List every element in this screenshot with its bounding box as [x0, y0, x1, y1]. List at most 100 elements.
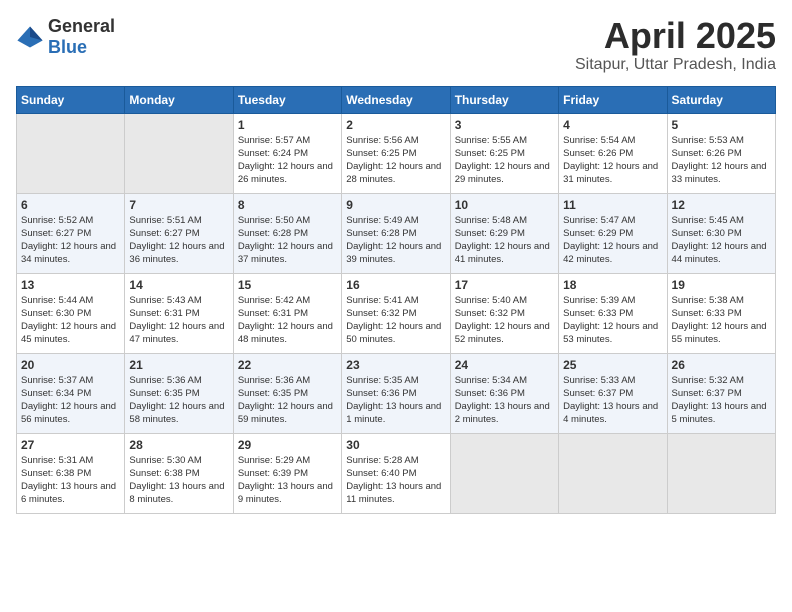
day-number: 10 — [455, 198, 554, 212]
day-number: 23 — [346, 358, 445, 372]
header-saturday: Saturday — [667, 86, 775, 113]
calendar-cell: 10 Sunrise: 5:48 AMSunset: 6:29 PMDayligh… — [450, 193, 558, 273]
day-number: 26 — [672, 358, 771, 372]
week-row-2: 6 Sunrise: 5:52 AMSunset: 6:27 PMDaylight… — [17, 193, 776, 273]
day-number: 12 — [672, 198, 771, 212]
cell-content: Sunrise: 5:39 AMSunset: 6:33 PMDaylight:… — [563, 294, 662, 347]
calendar-cell — [559, 433, 667, 513]
calendar-cell: 24 Sunrise: 5:34 AMSunset: 6:36 PMDayligh… — [450, 353, 558, 433]
day-number: 7 — [129, 198, 228, 212]
calendar-cell — [667, 433, 775, 513]
calendar-cell: 29 Sunrise: 5:29 AMSunset: 6:39 PMDayligh… — [233, 433, 341, 513]
week-row-5: 27Sunrise: 5:31 AMSunset: 6:38 PMDayligh… — [17, 433, 776, 513]
cell-content: Sunrise: 5:56 AMSunset: 6:25 PMDaylight:… — [346, 134, 445, 187]
day-number: 16 — [346, 278, 445, 292]
cell-content: Sunrise: 5:37 AMSunset: 6:34 PMDaylight:… — [21, 374, 120, 427]
calendar-cell: 21 Sunrise: 5:36 AMSunset: 6:35 PMDayligh… — [125, 353, 233, 433]
calendar-cell: 11 Sunrise: 5:47 AMSunset: 6:29 PMDayligh… — [559, 193, 667, 273]
calendar-cell: 13 Sunrise: 5:44 AMSunset: 6:30 PMDayligh… — [17, 273, 125, 353]
calendar-cell: 22Sunrise: 5:36 AMSunset: 6:35 PMDayligh… — [233, 353, 341, 433]
cell-content: Sunrise: 5:49 AMSunset: 6:28 PMDaylight:… — [346, 214, 445, 267]
calendar-cell: 28 Sunrise: 5:30 AMSunset: 6:38 PMDayligh… — [125, 433, 233, 513]
day-number: 4 — [563, 118, 662, 132]
day-number: 11 — [563, 198, 662, 212]
day-number: 17 — [455, 278, 554, 292]
day-number: 6 — [21, 198, 120, 212]
cell-content: Sunrise: 5:33 AMSunset: 6:37 PMDaylight:… — [563, 374, 662, 427]
cell-content: Sunrise: 5:29 AMSunset: 6:39 PMDaylight:… — [238, 454, 337, 507]
day-number: 8 — [238, 198, 337, 212]
header-friday: Friday — [559, 86, 667, 113]
header-sunday: Sunday — [17, 86, 125, 113]
cell-content: Sunrise: 5:48 AMSunset: 6:29 PMDaylight:… — [455, 214, 554, 267]
cell-content: Sunrise: 5:55 AMSunset: 6:25 PMDaylight:… — [455, 134, 554, 187]
cell-content: Sunrise: 5:45 AMSunset: 6:30 PMDaylight:… — [672, 214, 771, 267]
day-number: 30 — [346, 438, 445, 452]
cell-content: Sunrise: 5:53 AMSunset: 6:26 PMDaylight:… — [672, 134, 771, 187]
calendar-cell: 23 Sunrise: 5:35 AMSunset: 6:36 PMDayligh… — [342, 353, 450, 433]
cell-content: Sunrise: 5:35 AMSunset: 6:36 PMDaylight:… — [346, 374, 445, 427]
calendar-cell: 2 Sunrise: 5:56 AMSunset: 6:25 PMDaylight… — [342, 113, 450, 193]
day-number: 25 — [563, 358, 662, 372]
day-number: 20 — [21, 358, 120, 372]
calendar-cell: 26 Sunrise: 5:32 AMSunset: 6:37 PMDayligh… — [667, 353, 775, 433]
cell-content: Sunrise: 5:34 AMSunset: 6:36 PMDaylight:… — [455, 374, 554, 427]
day-number: 9 — [346, 198, 445, 212]
calendar-cell: 5 Sunrise: 5:53 AMSunset: 6:26 PMDaylight… — [667, 113, 775, 193]
cell-content: Sunrise: 5:31 AMSunset: 6:38 PMDaylight:… — [21, 454, 120, 507]
day-number: 15 — [238, 278, 337, 292]
main-title: April 2025 — [575, 16, 776, 56]
calendar-cell — [17, 113, 125, 193]
header-monday: Monday — [125, 86, 233, 113]
subtitle: Sitapur, Uttar Pradesh, India — [575, 56, 776, 74]
calendar-cell: 4 Sunrise: 5:54 AMSunset: 6:26 PMDaylight… — [559, 113, 667, 193]
header-tuesday: Tuesday — [233, 86, 341, 113]
calendar-cell: 18 Sunrise: 5:39 AMSunset: 6:33 PMDayligh… — [559, 273, 667, 353]
day-number: 18 — [563, 278, 662, 292]
cell-content: Sunrise: 5:41 AMSunset: 6:32 PMDaylight:… — [346, 294, 445, 347]
day-number: 5 — [672, 118, 771, 132]
logo-icon — [16, 23, 44, 51]
day-number: 28 — [129, 438, 228, 452]
logo: General Blue — [16, 16, 115, 58]
cell-content: Sunrise: 5:44 AMSunset: 6:30 PMDaylight:… — [21, 294, 120, 347]
day-number: 22 — [238, 358, 337, 372]
calendar-cell: 20 Sunrise: 5:37 AMSunset: 6:34 PMDayligh… — [17, 353, 125, 433]
calendar-cell: 8 Sunrise: 5:50 AMSunset: 6:28 PMDaylight… — [233, 193, 341, 273]
day-number: 21 — [129, 358, 228, 372]
day-number: 13 — [21, 278, 120, 292]
calendar-cell: 27Sunrise: 5:31 AMSunset: 6:38 PMDayligh… — [17, 433, 125, 513]
calendar-cell: 14Sunrise: 5:43 AMSunset: 6:31 PMDayligh… — [125, 273, 233, 353]
calendar-cell: 9 Sunrise: 5:49 AMSunset: 6:28 PMDaylight… — [342, 193, 450, 273]
cell-content: Sunrise: 5:32 AMSunset: 6:37 PMDaylight:… — [672, 374, 771, 427]
calendar-cell: 12 Sunrise: 5:45 AMSunset: 6:30 PMDayligh… — [667, 193, 775, 273]
calendar-cell: 6 Sunrise: 5:52 AMSunset: 6:27 PMDaylight… — [17, 193, 125, 273]
calendar-cell: 30Sunrise: 5:28 AMSunset: 6:40 PMDayligh… — [342, 433, 450, 513]
cell-content: Sunrise: 5:43 AMSunset: 6:31 PMDaylight:… — [129, 294, 228, 347]
day-number: 29 — [238, 438, 337, 452]
calendar-cell: 3Sunrise: 5:55 AMSunset: 6:25 PMDaylight… — [450, 113, 558, 193]
cell-content: Sunrise: 5:51 AMSunset: 6:27 PMDaylight:… — [129, 214, 228, 267]
cell-content: Sunrise: 5:38 AMSunset: 6:33 PMDaylight:… — [672, 294, 771, 347]
cell-content: Sunrise: 5:36 AMSunset: 6:35 PMDaylight:… — [129, 374, 228, 427]
calendar-cell: 16 Sunrise: 5:41 AMSunset: 6:32 PMDayligh… — [342, 273, 450, 353]
week-row-4: 20 Sunrise: 5:37 AMSunset: 6:34 PMDayligh… — [17, 353, 776, 433]
week-row-1: 1Sunrise: 5:57 AMSunset: 6:24 PMDaylight… — [17, 113, 776, 193]
calendar-cell: 1Sunrise: 5:57 AMSunset: 6:24 PMDaylight… — [233, 113, 341, 193]
cell-content: Sunrise: 5:50 AMSunset: 6:28 PMDaylight:… — [238, 214, 337, 267]
day-number: 24 — [455, 358, 554, 372]
day-number: 1 — [238, 118, 337, 132]
cell-content: Sunrise: 5:40 AMSunset: 6:32 PMDaylight:… — [455, 294, 554, 347]
header-wednesday: Wednesday — [342, 86, 450, 113]
day-number: 2 — [346, 118, 445, 132]
cell-content: Sunrise: 5:47 AMSunset: 6:29 PMDaylight:… — [563, 214, 662, 267]
cell-content: Sunrise: 5:52 AMSunset: 6:27 PMDaylight:… — [21, 214, 120, 267]
logo-general: General — [48, 16, 115, 36]
day-number: 19 — [672, 278, 771, 292]
cell-content: Sunrise: 5:30 AMSunset: 6:38 PMDaylight:… — [129, 454, 228, 507]
calendar-table: SundayMondayTuesdayWednesdayThursdayFrid… — [16, 86, 776, 514]
header-thursday: Thursday — [450, 86, 558, 113]
cell-content: Sunrise: 5:42 AMSunset: 6:31 PMDaylight:… — [238, 294, 337, 347]
cell-content: Sunrise: 5:54 AMSunset: 6:26 PMDaylight:… — [563, 134, 662, 187]
calendar-cell: 7 Sunrise: 5:51 AMSunset: 6:27 PMDaylight… — [125, 193, 233, 273]
